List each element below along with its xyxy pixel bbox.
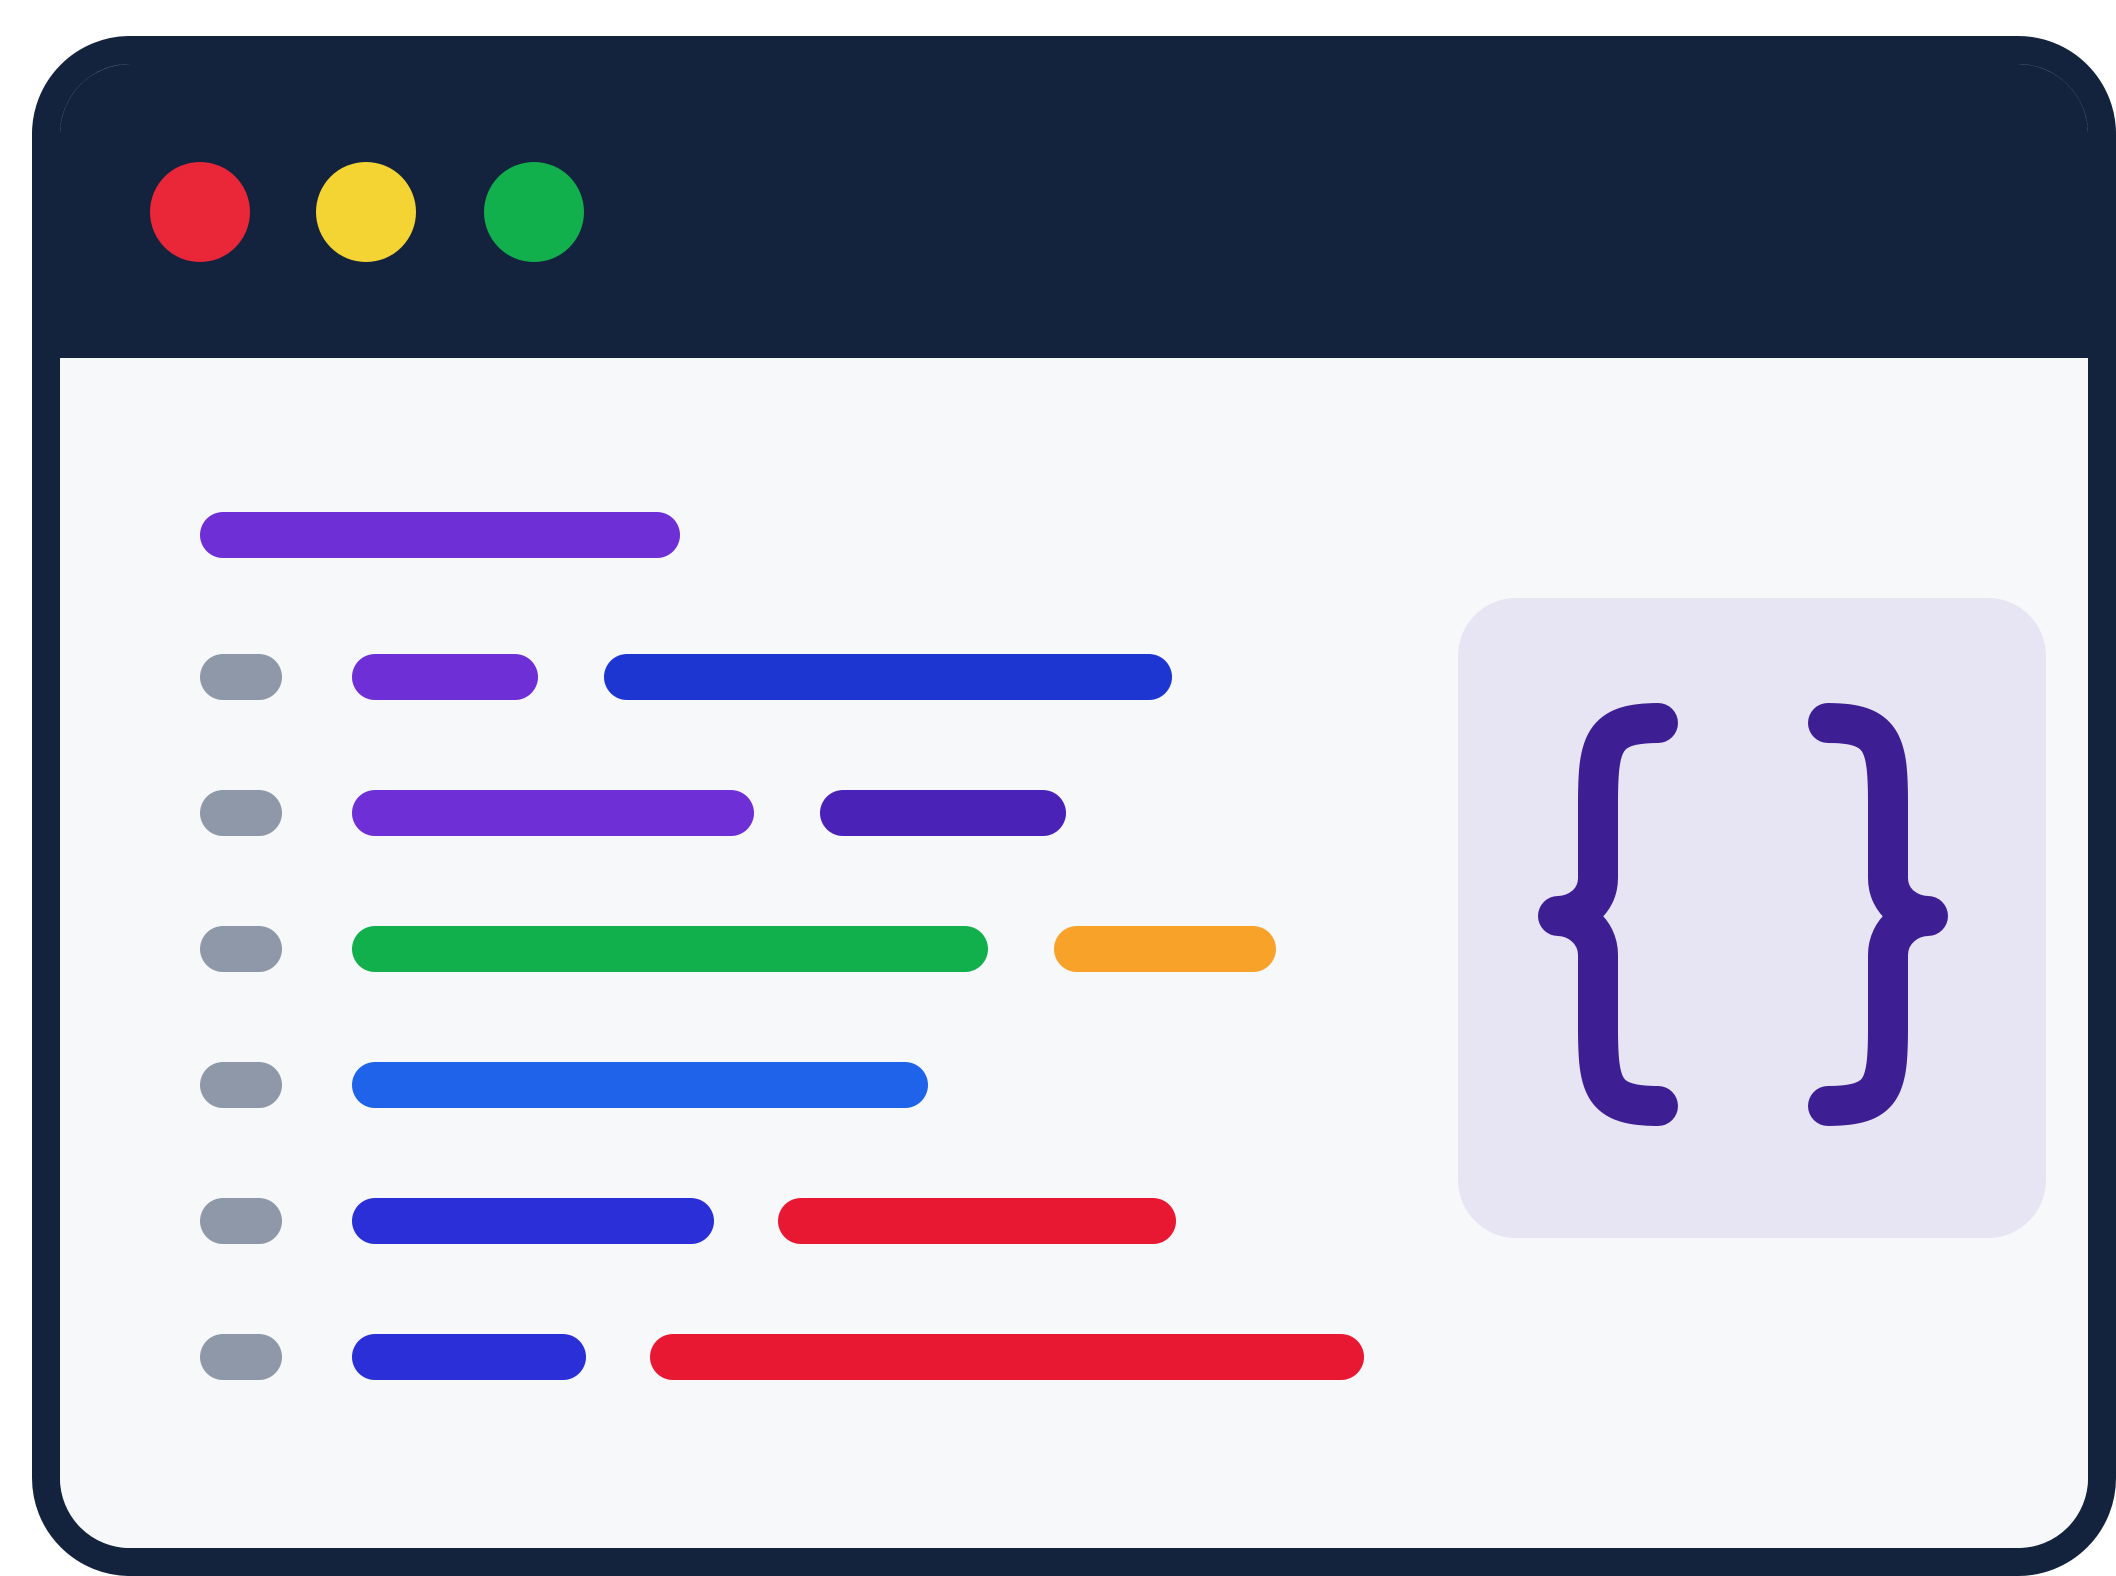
code-token — [352, 790, 754, 836]
line-number-marker — [200, 654, 282, 700]
code-token — [604, 654, 1172, 700]
left-brace-glyph — [1538, 703, 1678, 1126]
code-token — [352, 1334, 586, 1380]
line-number-marker — [200, 926, 282, 972]
code-editor-window — [32, 36, 2116, 1576]
line-number-marker — [200, 1062, 282, 1108]
minimize-window-button[interactable] — [316, 162, 416, 262]
code-token — [352, 1198, 714, 1244]
line-number-marker — [200, 1334, 282, 1380]
code-icon-card — [1458, 598, 2046, 1238]
right-brace-glyph — [1808, 703, 1948, 1126]
code-editor-area — [60, 358, 2088, 1548]
code-token — [650, 1334, 1364, 1380]
close-window-button[interactable] — [150, 162, 250, 262]
code-token — [778, 1198, 1176, 1244]
code-token — [352, 926, 988, 972]
code-token — [820, 790, 1066, 836]
maximize-window-button[interactable] — [484, 162, 584, 262]
code-token — [1054, 926, 1276, 972]
line-number-marker — [200, 790, 282, 836]
curly-braces-icon — [1538, 703, 1948, 1126]
code-token — [352, 654, 538, 700]
line-number-marker — [200, 1198, 282, 1244]
code-heading-line — [200, 512, 680, 558]
code-token — [352, 1062, 928, 1108]
window-titlebar — [60, 64, 2088, 358]
illustration — [0, 0, 2116, 1576]
